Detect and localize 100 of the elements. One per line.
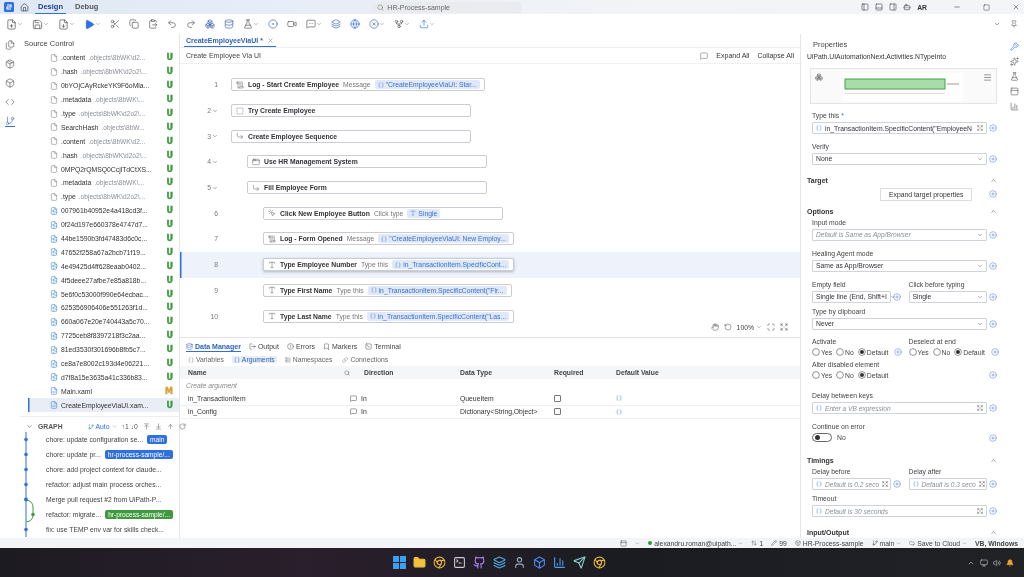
plus-button[interactable] [892,480,901,489]
radio-button[interactable] [836,348,845,357]
caret-icon[interactable] [111,424,117,430]
braces-icon[interactable] [616,408,622,415]
record-icon[interactable] [268,19,278,29]
run-icon[interactable] [84,18,95,30]
flask-icon[interactable] [243,19,253,29]
flask-icon[interactable] [1010,72,1019,81]
radio-button[interactable] [954,348,963,357]
comment-icon[interactable] [700,51,709,60]
copy-icon[interactable] [129,19,139,29]
caret-icon[interactable] [635,540,641,546]
expand-icon[interactable] [882,481,889,488]
plus-button[interactable] [989,124,997,132]
search-icon[interactable] [344,369,350,376]
packages-icon[interactable] [205,19,215,29]
browser-icon[interactable] [432,555,446,570]
push-icon[interactable] [166,423,174,431]
collapse-icon[interactable] [212,107,218,114]
plus-button[interactable] [892,292,901,301]
collapse-icon[interactable] [990,207,997,215]
caret-icon[interactable] [756,324,762,330]
plus-button[interactable] [989,433,997,442]
plus-button[interactable] [989,404,997,413]
plus-button[interactable] [989,507,997,516]
caret-icon[interactable] [43,21,49,27]
expand-icon[interactable] [977,508,983,515]
caret-icon[interactable] [379,21,385,27]
close-icon[interactable] [266,37,274,44]
export-icon[interactable] [58,18,69,30]
message-icon[interactable] [306,19,316,29]
cut-icon[interactable] [110,19,120,29]
radio-button[interactable] [812,348,820,357]
person-icon[interactable] [512,555,526,570]
start-icon[interactable] [392,555,406,570]
branch-icon[interactable] [394,19,404,29]
layout-icon[interactable] [620,539,628,547]
wrench-icon[interactable] [1010,42,1019,51]
source-control-icon[interactable] [5,116,15,127]
arrow-icon[interactable] [572,555,586,570]
hand-icon[interactable] [710,323,719,331]
database-icon[interactable] [224,19,234,29]
caret-icon[interactable] [316,21,322,27]
bottom-panel-icon[interactable] [875,3,884,11]
bell-icon[interactable] [1006,558,1014,567]
collapse-icon[interactable] [212,158,218,165]
expand-icon[interactable] [977,125,983,131]
caret-icon[interactable] [69,21,75,27]
plus-button[interactable] [990,348,999,357]
plus-button[interactable] [989,154,997,163]
caret-icon[interactable] [404,21,410,27]
stack-icon[interactable] [492,555,506,570]
checkbox[interactable] [554,408,561,416]
files-icon[interactable] [5,40,15,51]
menu-icon[interactable] [983,73,992,82]
caret-icon[interactable] [429,21,435,27]
collapse-icon[interactable] [212,133,218,140]
globe-icon[interactable] [350,19,360,29]
reset-icon[interactable] [723,323,732,331]
code-icon[interactable] [5,97,15,108]
redo-icon[interactable] [186,19,196,29]
expand-icon[interactable] [978,481,985,488]
pull-icon[interactable] [154,423,162,431]
browser-icon[interactable] [592,555,606,570]
refresh-icon[interactable] [178,423,186,431]
collapse-icon[interactable] [990,529,997,536]
radio-button[interactable] [812,371,820,380]
fullscreen-icon[interactable] [780,323,788,331]
left-panel-icon[interactable] [861,3,870,11]
plus-button[interactable] [894,348,903,357]
restore-icon[interactable] [983,3,990,11]
cube-icon[interactable] [5,78,15,89]
home-icon[interactable] [20,2,29,12]
fetch-icon[interactable] [142,423,150,431]
caret-icon[interactable] [738,540,744,546]
plus-button[interactable] [989,319,997,328]
fit-icon[interactable] [767,323,775,331]
radio-button[interactable] [836,371,845,380]
caret-icon[interactable] [17,21,23,27]
collapse-icon[interactable] [212,184,218,191]
checkbox[interactable] [554,394,561,402]
right-panel-icon[interactable] [889,3,898,11]
plus-button[interactable] [989,480,997,489]
plus-button[interactable] [989,261,997,270]
plus-button[interactable] [989,292,997,301]
undo-icon[interactable] [167,19,177,29]
collapse-icon[interactable] [990,457,997,465]
radio-button[interactable] [908,348,917,357]
paste-icon[interactable] [148,19,158,29]
radio-button[interactable] [857,348,866,357]
plus-button[interactable] [989,190,997,199]
layers-icon[interactable] [331,19,341,29]
publish-icon[interactable] [419,19,429,29]
expand-icon[interactable] [977,405,983,412]
minimize-icon[interactable] [953,3,961,11]
chart-icon[interactable] [552,555,566,570]
plus-button[interactable] [989,230,997,239]
comment-icon[interactable] [350,394,357,402]
radio-button[interactable] [932,348,941,357]
toggle-switch[interactable] [812,433,832,443]
